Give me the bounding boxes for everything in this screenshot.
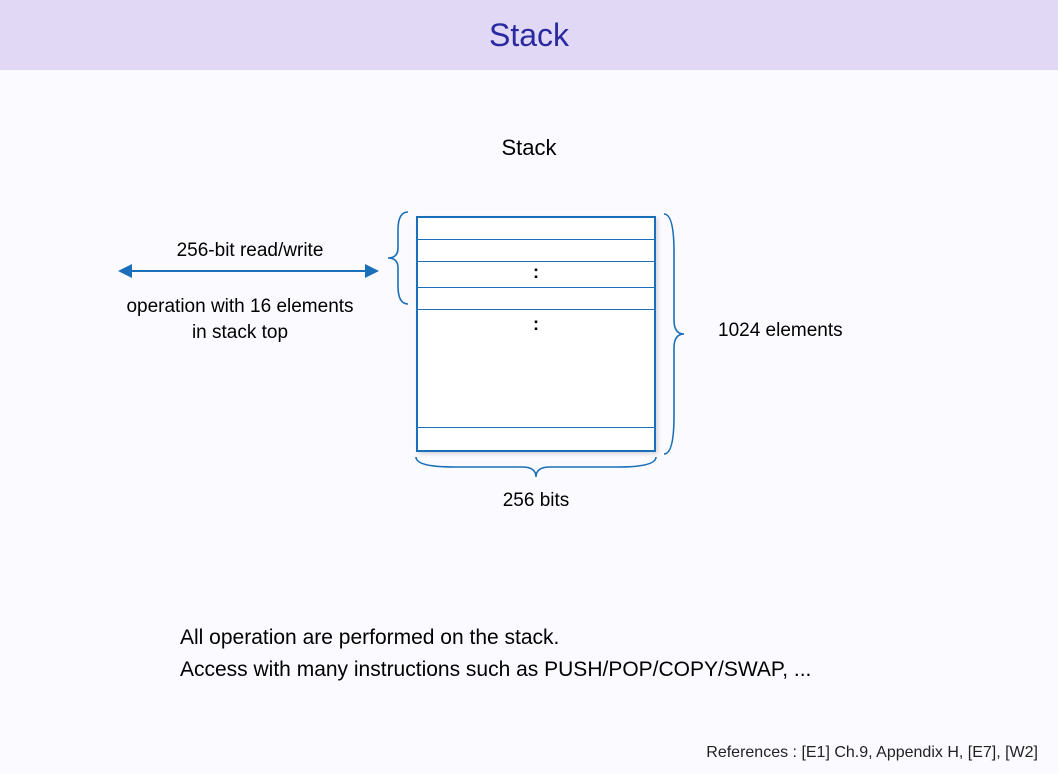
description: All operation are performed on the stack… [180, 622, 811, 685]
stack-row-4 [418, 288, 654, 310]
slide-title: Stack [489, 17, 569, 54]
stack-row-bottom [418, 428, 654, 450]
bottom-brace-icon [414, 455, 658, 481]
elements-label: 1024 elements [718, 320, 843, 342]
rw-label: 256-bit read/write [130, 240, 370, 262]
stack-box: : : [416, 216, 656, 452]
references: References : [E1] Ch.9, Appendix H, [E7]… [706, 744, 1038, 762]
stack-row-1 [418, 218, 654, 240]
rw-arrow-line [125, 270, 373, 272]
left-brace-icon [380, 210, 410, 306]
bits-label: 256 bits [416, 490, 656, 512]
slide-header: Stack [0, 0, 1058, 70]
stack-row-ellipsis-mid: : [418, 310, 654, 428]
diagram-title: Stack [501, 135, 556, 161]
rw-arrow-left-icon [118, 264, 132, 278]
description-line2: Access with many instructions such as PU… [180, 654, 811, 686]
op-label-line2: in stack top [100, 322, 380, 344]
op-label-line1: operation with 16 elements [100, 296, 380, 318]
stack-row-2 [418, 240, 654, 262]
right-brace-icon [662, 212, 692, 456]
stack-row-ellipsis-top: : [418, 262, 654, 288]
rw-arrow-right-icon [365, 264, 379, 278]
description-line1: All operation are performed on the stack… [180, 622, 811, 654]
